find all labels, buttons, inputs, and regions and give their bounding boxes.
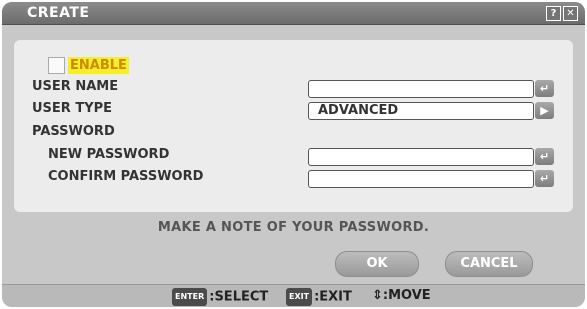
user-type-arrow-icon[interactable]: ▶ [535,102,554,119]
create-dialog: CREATE ? ✕ ENABLE USER NAME ↵ USER TYPE … [2,2,585,307]
enable-label[interactable]: ENABLE [68,57,129,74]
move-icon: ⇕ [372,288,383,303]
user-name-enter-icon[interactable]: ↵ [535,80,554,97]
confirm-password-field[interactable] [308,170,534,188]
new-password-enter-icon[interactable]: ↵ [535,148,554,165]
move-hint: :MOVE [382,288,431,303]
user-type-field[interactable]: ADVANCED [308,102,534,120]
key-guide-footer: ENTER:SELECT EXIT:EXIT ⇕:MOVE [2,284,585,307]
dialog-title: CREATE [27,5,90,21]
exit-key-icon: EXIT [286,288,313,306]
new-password-field[interactable] [308,148,534,166]
title-bar: CREATE ? ✕ [2,2,585,25]
password-label: PASSWORD [32,124,115,139]
confirm-password-label: CONFIRM PASSWORD [48,169,204,184]
enter-key-icon: ENTER [172,288,208,306]
exit-hint: :EXIT [314,289,352,305]
enable-checkbox[interactable] [48,57,65,74]
new-password-label: NEW PASSWORD [48,147,170,162]
select-hint: :SELECT [209,289,269,305]
help-icon[interactable]: ? [546,6,561,21]
user-type-value: ADVANCED [318,103,399,118]
cancel-button[interactable]: CANCEL [445,251,533,277]
close-icon[interactable]: ✕ [563,6,578,21]
ok-button[interactable]: OK [335,251,419,277]
confirm-password-enter-icon[interactable]: ↵ [535,170,554,187]
form-panel: ENABLE USER NAME ↵ USER TYPE ADVANCED ▶ … [14,40,573,212]
password-note: MAKE A NOTE OF YOUR PASSWORD. [157,220,430,235]
user-name-label: USER NAME [32,79,119,94]
user-name-field[interactable] [308,80,534,98]
user-type-label: USER TYPE [32,101,113,116]
